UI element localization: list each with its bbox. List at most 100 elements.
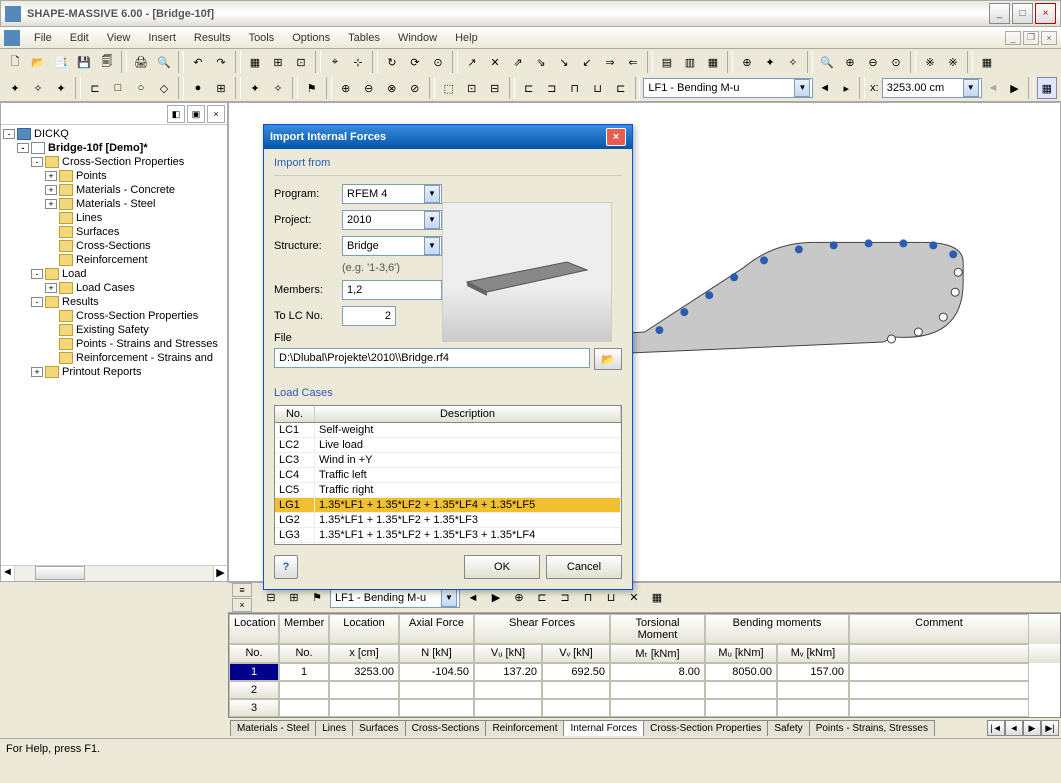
toolbar-button[interactable]: □ [107,77,129,99]
toolbar-button[interactable]: ↶ [187,51,209,73]
lf-next-button[interactable]: ▸ [836,77,857,99]
tab-last-button[interactable]: ▶| [1041,720,1059,736]
toolbar-button[interactable]: ✦ [50,77,72,99]
structure-combo[interactable]: Bridge [342,236,442,256]
panel-close-button[interactable]: × [232,598,252,612]
toolbar-button[interactable]: ※ [942,51,964,73]
toolbar-button[interactable]: ⊞ [210,77,232,99]
menu-edit[interactable]: Edit [62,30,97,46]
toolbar-button[interactable]: ⊟ [484,77,506,99]
data-tab[interactable]: Safety [767,720,809,736]
loadcase-row[interactable]: LG11.35*LF1 + 1.35*LF2 + 1.35*LF4 + 1.35… [275,498,621,513]
toolbar-button[interactable]: 📑 [50,51,72,73]
toolbar-button[interactable]: ⊞ [267,51,289,73]
toolbar-button[interactable]: ⊏ [84,77,106,99]
loadcase-row[interactable]: LG21.35*LF1 + 1.35*LF2 + 1.35*LF3 [275,513,621,528]
panel-tool-button[interactable]: ▦ [646,587,668,609]
tree-node[interactable]: Surfaces [76,226,119,238]
tree-node[interactable]: Cross-Sections [76,240,151,252]
dialog-close-button[interactable]: × [606,128,626,146]
toolbar-button[interactable]: ⊹ [347,51,369,73]
toolbar-button[interactable]: ⚑ [301,77,323,99]
toolbar-button[interactable]: ⌖ [324,51,346,73]
tree-node[interactable]: Materials - Concrete [76,184,175,196]
toolbar-button[interactable]: ⊙ [427,51,449,73]
toolbar-button[interactable]: ✦ [759,51,781,73]
toolbar-button[interactable]: ◇ [153,77,175,99]
toolbar-button[interactable]: ⊏ [518,77,540,99]
toolbar-button[interactable]: 🖨 [130,51,152,73]
toolbar-button[interactable]: ↻ [381,51,403,73]
internal-forces-grid[interactable]: LocationMemberLocationAxial ForceShear F… [228,613,1061,718]
menu-help[interactable]: Help [447,30,486,46]
tolc-input[interactable] [342,306,396,326]
tree-scrollbar[interactable]: ◄ ▶ [1,565,227,581]
toolbar-button[interactable]: ※ [919,51,941,73]
coord-next-button[interactable]: ▶ [1004,77,1025,99]
toolbar-button[interactable]: ⇒ [599,51,621,73]
toolbar-button[interactable]: ▦ [976,51,998,73]
tree-node[interactable]: Load [62,268,86,280]
toolbar-button[interactable]: ⊕ [736,51,758,73]
toolbar-button[interactable]: ↙ [576,51,598,73]
toolbar-button[interactable]: 💾 [73,51,95,73]
loadcase-combo[interactable]: LF1 - Bending M-u [643,78,813,98]
data-tab[interactable]: Points - Strains, Stresses [809,720,935,736]
toolbar-button[interactable]: ⊙ [885,51,907,73]
dialog-titlebar[interactable]: Import Internal Forces × [264,125,632,149]
loadcase-row[interactable]: LC2Live load [275,438,621,453]
data-tab[interactable]: Lines [315,720,353,736]
file-path-input[interactable] [274,348,590,368]
program-combo[interactable]: RFEM 4 [342,184,442,204]
toolbar-button[interactable]: ⊖ [358,77,380,99]
cancel-button[interactable]: Cancel [546,555,622,579]
grid-toggle-button[interactable]: ▦ [1037,77,1058,99]
toolbar-button[interactable]: ⇗ [507,51,529,73]
members-input[interactable] [342,280,442,300]
toolbar-button[interactable]: 📂 [27,51,49,73]
tree-node[interactable]: Lines [76,212,102,224]
toolbar-button[interactable]: ⬚ [438,77,460,99]
data-tab[interactable]: Cross-Sections [405,720,487,736]
grid-row[interactable]: 2 [229,681,1060,699]
ok-button[interactable]: OK [464,555,540,579]
toolbar-button[interactable]: ✧ [267,77,289,99]
tab-prev-button[interactable]: ◄ [1005,720,1023,736]
tab-first-button[interactable]: |◄ [987,720,1005,736]
tree-tool-2[interactable]: ▣ [187,105,205,123]
tree-node[interactable]: Materials - Steel [76,198,155,210]
toolbar-button[interactable]: ▥ [679,51,701,73]
menu-tables[interactable]: Tables [340,30,388,46]
mdi-minimize-button[interactable]: _ [1005,31,1021,45]
tree-node[interactable]: Cross-Section Properties [62,156,184,168]
maximize-button[interactable]: □ [1012,3,1033,24]
mdi-close-button[interactable]: × [1041,31,1057,45]
toolbar-button[interactable]: 🗋 [4,51,26,73]
toolbar-button[interactable]: ↗ [461,51,483,73]
coord-combo[interactable]: 3253.00 cm [882,78,982,98]
loadcases-table[interactable]: No. Description LC1Self-weightLC2Live lo… [274,405,622,545]
tree-tool-1[interactable]: ◧ [167,105,185,123]
tree-node[interactable]: Results [62,296,99,308]
menu-view[interactable]: View [99,30,139,46]
toolbar-button[interactable]: ○ [130,77,152,99]
toolbar-button[interactable]: ⊕ [839,51,861,73]
tree-node[interactable]: Load Cases [76,282,135,294]
loadcase-row[interactable]: LC3Wind in +Y [275,453,621,468]
toolbar-button[interactable]: ⊏ [610,77,632,99]
mdi-restore-button[interactable]: ❐ [1023,31,1039,45]
tree-node[interactable]: Points - Strains and Stresses [76,338,218,350]
tree-node[interactable]: Reinforcement - Strains and [76,352,213,364]
data-tab[interactable]: Materials - Steel [230,720,316,736]
toolbar-button[interactable]: ✕ [484,51,506,73]
loadcase-row[interactable]: LG41.35*LF1 + 1.35*LF2 + 1.35*LF3 + 1.35… [275,543,621,545]
tree-node[interactable]: Reinforcement [76,254,148,266]
loadcase-row[interactable]: LC4Traffic left [275,468,621,483]
menu-file[interactable]: File [26,30,60,46]
toolbar-button[interactable]: 🔍 [153,51,175,73]
toolbar-button[interactable]: 🗐 [96,51,118,73]
panel-split-button[interactable]: ≡ [232,583,252,597]
tree-node[interactable]: Printout Reports [62,366,141,378]
toolbar-button[interactable]: ⊡ [461,77,483,99]
toolbar-button[interactable]: ⇘ [530,51,552,73]
